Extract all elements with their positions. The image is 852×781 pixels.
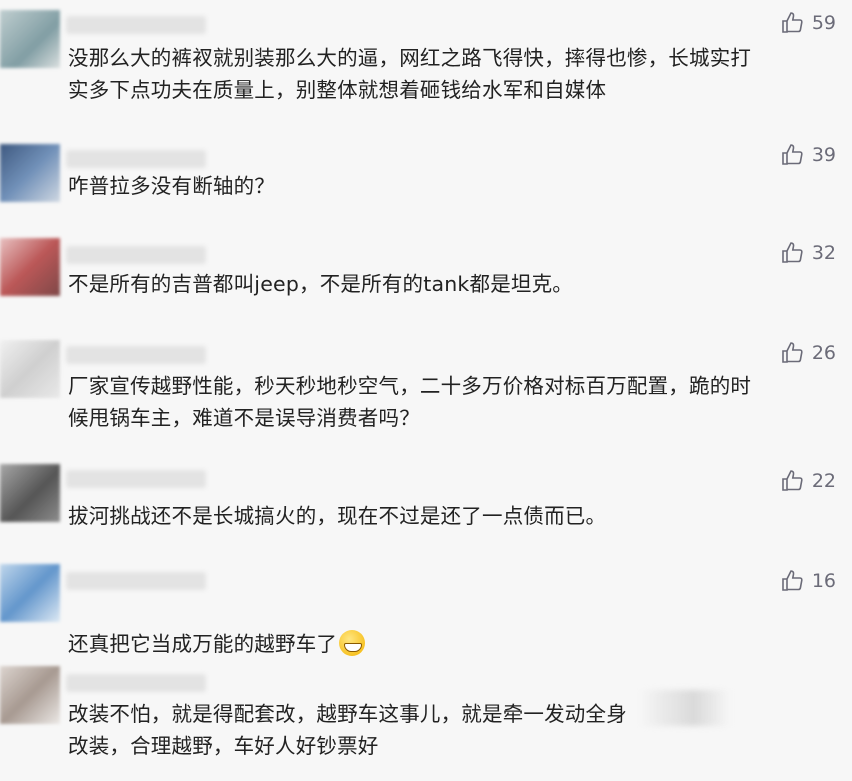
thumbs-up-icon	[782, 242, 803, 263]
like-count: 39	[811, 144, 836, 166]
avatar[interactable]	[0, 564, 60, 622]
username-blurred[interactable]	[66, 346, 206, 364]
thumbs-up-icon	[782, 570, 803, 591]
comment-text-body: 还真把它当成万能的越野车了	[68, 632, 338, 656]
comment-text: 咋普拉多没有断轴的？	[68, 174, 275, 198]
comment-text: 拔河挑战还不是长城搞火的，现在不过是还了一点债而已。	[68, 504, 607, 528]
grinning-face-icon	[339, 630, 366, 656]
username-blurred[interactable]	[66, 150, 206, 168]
username-blurred[interactable]	[66, 674, 206, 692]
comment-text: 没那么大的裤衩就别装那么大的逼，网红之路飞得快，摔得也惨，长城实打 实多下点功夫…	[68, 46, 752, 102]
like-count: 26	[811, 342, 836, 364]
like-button[interactable]: 26	[746, 338, 836, 368]
avatar[interactable]	[0, 666, 60, 724]
blur-overlay	[640, 690, 730, 726]
thumbs-up-icon	[782, 470, 803, 491]
username-blurred[interactable]	[66, 246, 206, 264]
thumbs-up-icon	[782, 342, 803, 363]
username-blurred[interactable]	[66, 572, 206, 590]
thumbs-up-icon	[782, 12, 803, 33]
like-count: 59	[811, 12, 836, 34]
username-blurred[interactable]	[66, 16, 206, 34]
comment-text: 厂家宣传越野性能，秒天秒地秒空气，二十多万价格对标百万配置，跪的时 候甩锅车主，…	[68, 374, 752, 430]
like-button[interactable]: 39	[746, 140, 836, 170]
comment-text: 不是所有的吉普都叫jeep，不是所有的tank都是坦克。	[68, 272, 573, 296]
comment-text: 还真把它当成万能的越野车了	[68, 596, 828, 660]
like-button[interactable]: 16	[746, 566, 836, 596]
like-button[interactable]: 32	[746, 238, 836, 268]
avatar[interactable]	[0, 238, 60, 296]
avatar[interactable]	[0, 144, 60, 202]
avatar[interactable]	[0, 10, 60, 68]
avatar[interactable]	[0, 464, 60, 522]
like-count: 22	[811, 470, 836, 492]
avatar[interactable]	[0, 340, 60, 398]
like-button[interactable]: 22	[746, 466, 836, 496]
username-blurred[interactable]	[66, 470, 206, 488]
like-button[interactable]: 59	[746, 8, 836, 38]
like-count: 16	[811, 570, 836, 592]
like-count: 32	[811, 242, 836, 264]
thumbs-up-icon	[782, 144, 803, 165]
